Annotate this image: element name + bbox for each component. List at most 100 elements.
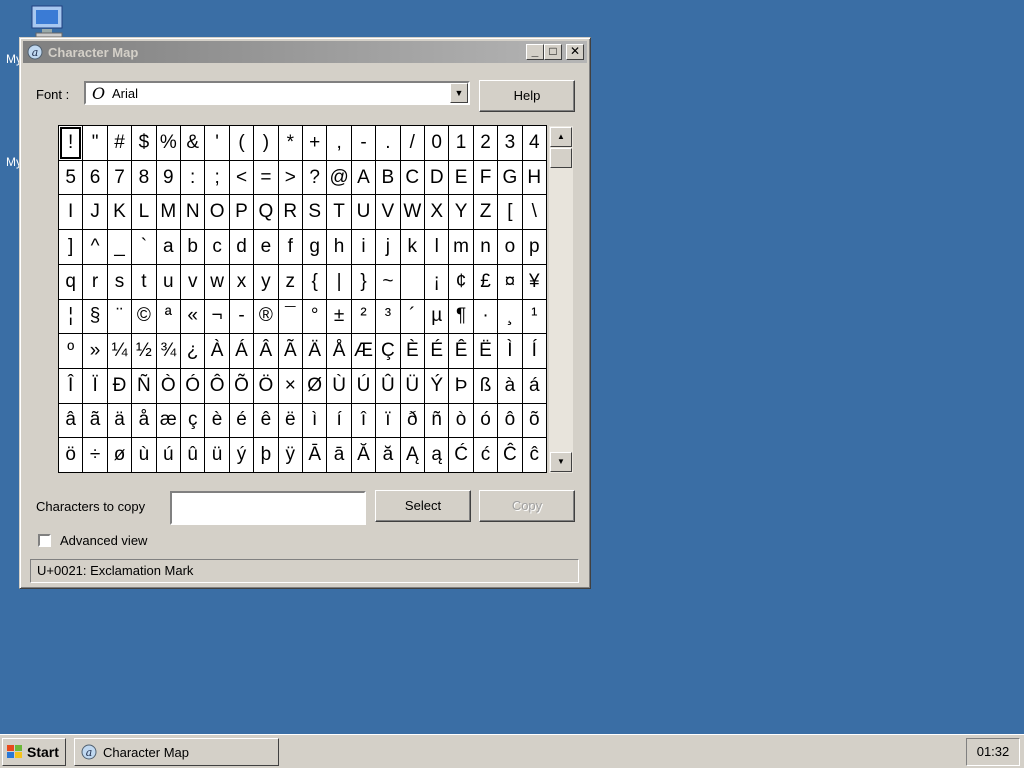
character-cell[interactable]: Ë — [473, 334, 498, 368]
character-cell[interactable]: R — [278, 195, 302, 230]
minimize-button[interactable]: _ — [526, 44, 544, 60]
character-cell[interactable]: Ü — [400, 368, 424, 403]
character-cell[interactable]: ÿ — [278, 438, 302, 472]
character-cell[interactable]: ~ — [376, 264, 400, 299]
character-cell[interactable]: A — [351, 160, 376, 195]
character-cell[interactable]: e — [254, 230, 278, 264]
character-cell[interactable]: 1 — [449, 126, 473, 160]
start-button[interactable]: Start — [2, 738, 66, 766]
character-cell[interactable]: î — [351, 403, 376, 438]
character-cell[interactable]: * — [278, 126, 302, 160]
character-cell[interactable]: E — [449, 160, 473, 195]
character-cell[interactable]: ú — [156, 438, 180, 472]
character-cell[interactable]: T — [327, 195, 351, 230]
character-cell[interactable]: ¢ — [449, 264, 473, 299]
character-cell[interactable]: $ — [132, 126, 156, 160]
scroll-up-icon[interactable]: ▲ — [550, 127, 572, 147]
character-cell[interactable]: æ — [156, 403, 180, 438]
character-cell[interactable]: { — [302, 264, 327, 299]
character-cell[interactable]: Ð — [107, 368, 132, 403]
character-cell[interactable]: ù — [132, 438, 156, 472]
character-cell[interactable]: ^ — [83, 230, 107, 264]
character-cell[interactable]: à — [498, 368, 522, 403]
character-cell[interactable]: ã — [83, 403, 107, 438]
character-cell[interactable]: ÷ — [83, 438, 107, 472]
character-cell[interactable]: 7 — [107, 160, 132, 195]
character-cell[interactable]: ? — [302, 160, 327, 195]
character-cell[interactable]: L — [132, 195, 156, 230]
character-cell[interactable]: õ — [522, 403, 546, 438]
character-cell[interactable]: » — [83, 334, 107, 368]
character-cell[interactable]: l — [424, 230, 449, 264]
character-cell[interactable]: b — [180, 230, 205, 264]
character-cell[interactable]: C — [400, 160, 424, 195]
character-cell[interactable]: ! — [59, 126, 83, 160]
character-cell[interactable]: « — [180, 299, 205, 334]
character-cell[interactable]: 2 — [473, 126, 498, 160]
character-cell[interactable]: Æ — [351, 334, 376, 368]
character-cell[interactable]: Ô — [205, 368, 229, 403]
advanced-view-checkbox[interactable] — [38, 534, 51, 547]
character-cell[interactable]: Õ — [229, 368, 254, 403]
my-computer-icon[interactable] — [28, 4, 72, 40]
character-cell[interactable]: ; — [205, 160, 229, 195]
character-cell[interactable]: ¤ — [498, 264, 522, 299]
character-cell[interactable]: ½ — [132, 334, 156, 368]
character-cell[interactable]: ĉ — [522, 438, 546, 472]
character-cell[interactable]: < — [229, 160, 254, 195]
character-cell[interactable]: 0 — [424, 126, 449, 160]
character-cell[interactable]: j — [376, 230, 400, 264]
character-cell[interactable]: Î — [59, 368, 83, 403]
character-cell[interactable]: á — [522, 368, 546, 403]
character-cell[interactable]: ë — [278, 403, 302, 438]
character-cell[interactable]: ¦ — [59, 299, 83, 334]
taskbar-item-character-map[interactable]: a Character Map — [74, 738, 279, 766]
character-cell[interactable]: p — [522, 230, 546, 264]
copy-button[interactable]: Copy — [479, 490, 575, 522]
character-cell[interactable]: i — [351, 230, 376, 264]
character-cell[interactable]: · — [473, 299, 498, 334]
character-cell[interactable]: | — [327, 264, 351, 299]
character-cell[interactable]: ¯ — [278, 299, 302, 334]
character-cell[interactable]: å — [132, 403, 156, 438]
character-cell[interactable]: ¼ — [107, 334, 132, 368]
character-cell[interactable]: ª — [156, 299, 180, 334]
character-cell[interactable]: É — [424, 334, 449, 368]
character-cell[interactable]: m — [449, 230, 473, 264]
character-cell[interactable]: H — [522, 160, 546, 195]
character-cell[interactable]: / — [400, 126, 424, 160]
character-cell[interactable]: 8 — [132, 160, 156, 195]
character-cell[interactable]: Ā — [302, 438, 327, 472]
character-cell[interactable]: Þ — [449, 368, 473, 403]
character-grid[interactable]: ! " # $% & '() * +, -./0 1 2 3 4 5 6 7 8 9:; < = >? @ A B C D E F G H… — [58, 125, 547, 473]
character-cell[interactable]: ý — [229, 438, 254, 472]
character-cell[interactable]: X — [424, 195, 449, 230]
character-cell[interactable]: Ú — [351, 368, 376, 403]
character-cell[interactable]: ā — [327, 438, 351, 472]
character-cell[interactable]: ² — [351, 299, 376, 334]
character-cell[interactable]: - — [351, 126, 376, 160]
character-cell[interactable]: ç — [180, 403, 205, 438]
character-cell[interactable]: ¶ — [449, 299, 473, 334]
character-cell[interactable]: ) — [254, 126, 278, 160]
character-cell[interactable]: Ã — [278, 334, 302, 368]
title-bar[interactable]: a Character Map _ □ ✕ — [23, 41, 587, 63]
system-clock[interactable]: 01:32 — [966, 738, 1020, 766]
character-cell[interactable]: È — [400, 334, 424, 368]
character-cell[interactable]: Ç — [376, 334, 400, 368]
character-cell[interactable]: ì — [302, 403, 327, 438]
character-cell[interactable]: í — [327, 403, 351, 438]
character-cell[interactable]: Å — [327, 334, 351, 368]
character-cell[interactable]: ô — [498, 403, 522, 438]
character-cell[interactable]: Ä — [302, 334, 327, 368]
character-cell[interactable]: I — [59, 195, 83, 230]
character-cell[interactable]: ± — [327, 299, 351, 334]
close-button[interactable]: ✕ — [566, 44, 584, 60]
character-cell[interactable]: B — [376, 160, 400, 195]
character-cell[interactable]: § — [83, 299, 107, 334]
character-cell[interactable]: ü — [205, 438, 229, 472]
character-cell[interactable]: µ — [424, 299, 449, 334]
character-cell[interactable]: r — [83, 264, 107, 299]
character-cell[interactable]: ¨ — [107, 299, 132, 334]
character-cell[interactable]: v — [180, 264, 205, 299]
